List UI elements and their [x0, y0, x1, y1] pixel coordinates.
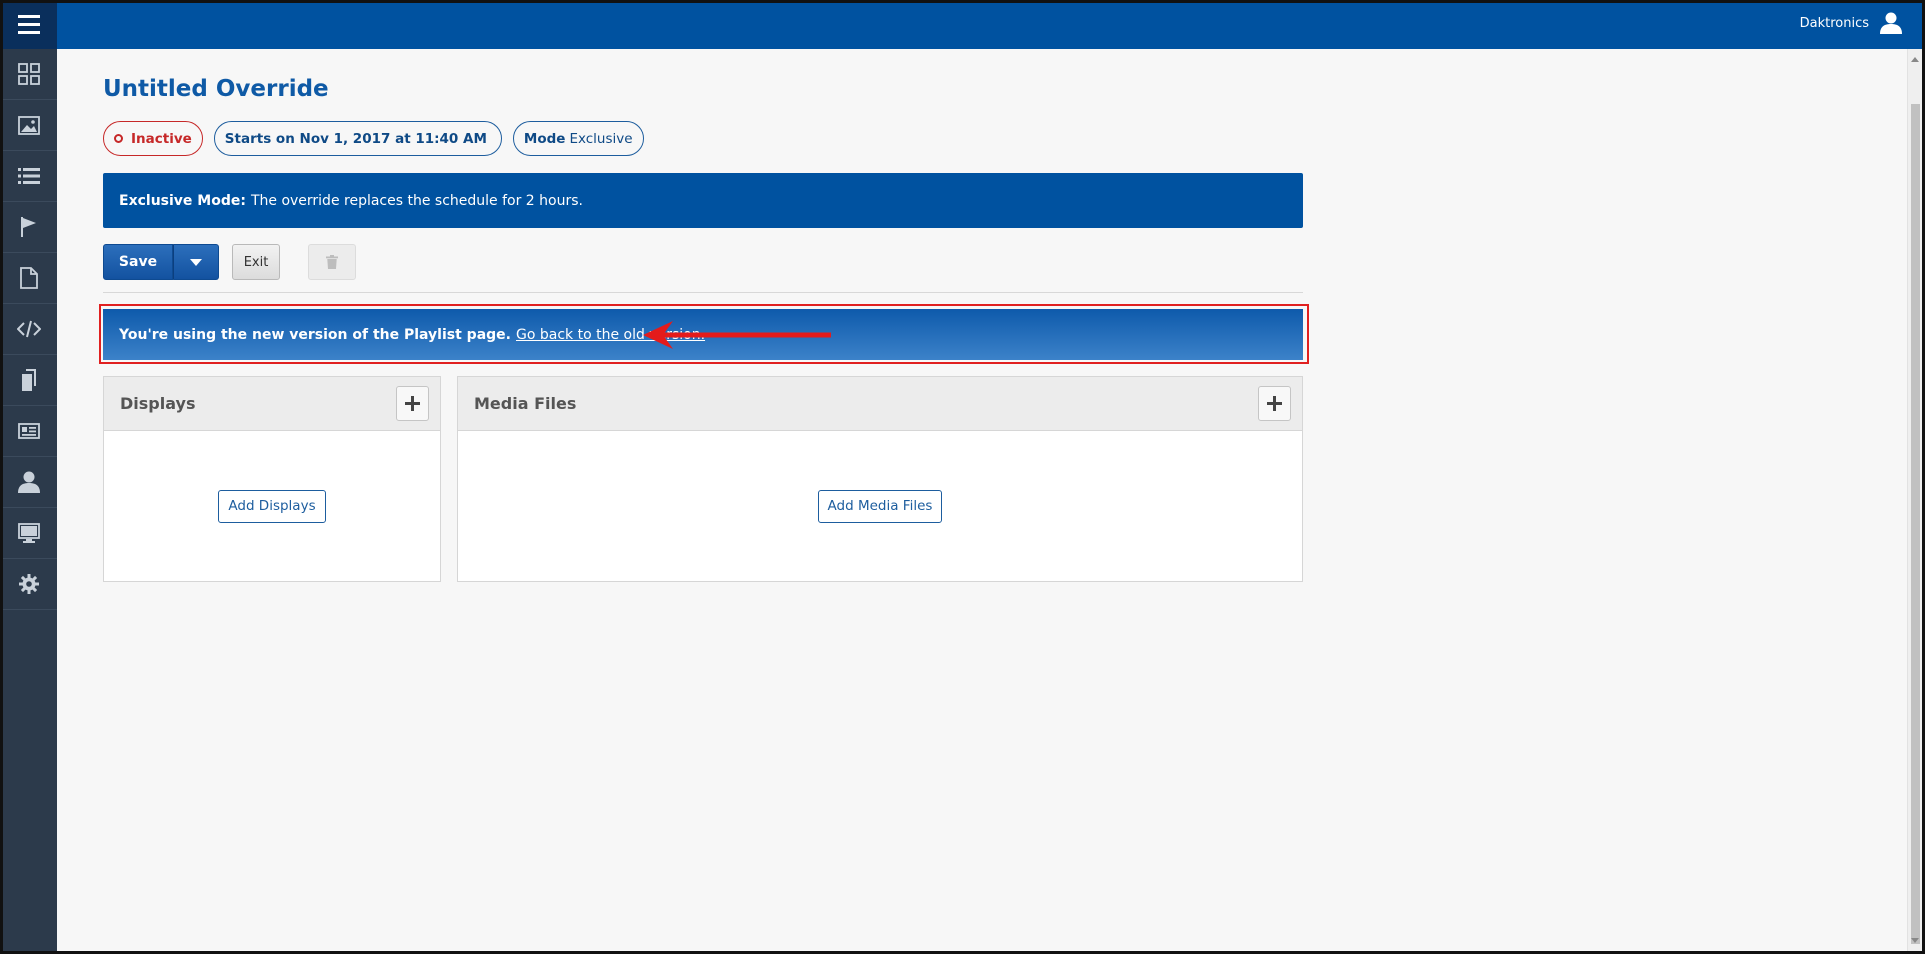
list-icon: [17, 168, 40, 184]
chevron-down-icon: [190, 258, 202, 266]
starts-badge: Starts on Nov 1, 2017 at 11:40 AM: [213, 121, 502, 156]
id-card-icon: [17, 423, 40, 439]
user-icon: [17, 471, 40, 493]
sidebar-item-images[interactable]: [0, 100, 57, 151]
add-displays-button[interactable]: Add Displays: [218, 489, 326, 523]
mode-label: Mode: [523, 130, 566, 147]
displays-panel-body: Add Displays: [104, 431, 440, 581]
page-title: Untitled Override: [103, 76, 329, 102]
sidebar-item-list[interactable]: [0, 151, 57, 202]
scroll-thumb[interactable]: [1911, 104, 1920, 944]
sidebar-item-copy[interactable]: [0, 355, 57, 406]
sidebar-item-monitor[interactable]: [0, 508, 57, 559]
status-text: Inactive: [131, 130, 192, 147]
delete-button[interactable]: [308, 244, 356, 280]
info-label: Exclusive Mode:: [119, 192, 246, 209]
mode-value: Exclusive: [569, 130, 633, 147]
user-name: Daktronics: [1799, 15, 1869, 31]
hamburger-menu-icon[interactable]: [0, 0, 57, 49]
trash-icon: [326, 255, 338, 269]
save-button-group: Save: [103, 244, 219, 280]
add-display-button[interactable]: [396, 386, 429, 421]
plus-icon: [405, 396, 420, 411]
sidebar-item-card[interactable]: [0, 406, 57, 457]
flag-icon: [20, 217, 36, 237]
scroll-up-arrow-icon[interactable]: [1911, 57, 1919, 62]
media-files-panel-title: Media Files: [474, 394, 577, 413]
media-files-panel-body: Add Media Files: [458, 431, 1302, 581]
info-text: The override replaces the schedule for 2…: [250, 192, 583, 209]
dashboard-grid-icon: [17, 63, 40, 85]
clipboard-copy-icon: [21, 369, 36, 391]
scroll-down-arrow-icon[interactable]: [1911, 938, 1919, 943]
sidebar-item-dashboard[interactable]: [0, 49, 57, 100]
status-dot-icon: [114, 134, 123, 143]
plus-icon: [1267, 396, 1282, 411]
save-dropdown-button[interactable]: [173, 244, 219, 280]
add-media-files-button[interactable]: Add Media Files: [817, 489, 943, 523]
sidebar-item-flag[interactable]: [0, 202, 57, 253]
gear-icon: [18, 574, 39, 594]
user-menu[interactable]: Daktronics: [1800, 12, 1903, 34]
vertical-scrollbar[interactable]: [1907, 49, 1922, 951]
document-icon: [19, 267, 38, 289]
media-files-panel: Media Files Add Media Files: [457, 376, 1303, 582]
top-bar: Daktronics: [0, 0, 1925, 49]
displays-panel-title: Displays: [120, 394, 196, 413]
sidebar-item-document[interactable]: [0, 253, 57, 304]
add-media-button[interactable]: [1258, 386, 1291, 421]
sidebar-item-settings[interactable]: [0, 559, 57, 610]
code-icon: [16, 320, 41, 338]
save-button[interactable]: Save: [103, 244, 173, 280]
sidebar-item-code[interactable]: [0, 304, 57, 355]
displays-panel: Displays Add Displays: [103, 376, 441, 582]
status-badge: Inactive: [103, 121, 203, 156]
badge-row: Inactive Starts on Nov 1, 2017 at 11:40 …: [103, 121, 644, 156]
toolbar: Save Exit: [103, 244, 1303, 293]
media-files-panel-header: Media Files: [458, 377, 1302, 431]
mode-badge: Mode Exclusive: [512, 121, 644, 156]
displays-panel-header: Displays: [104, 377, 440, 431]
sidebar-item-user[interactable]: [0, 457, 57, 508]
user-avatar-icon: [1880, 12, 1902, 34]
exit-button[interactable]: Exit: [232, 244, 280, 280]
starts-text: Starts on Nov 1, 2017 at 11:40 AM: [224, 130, 487, 147]
monitor-icon: [17, 523, 40, 543]
image-icon: [17, 115, 40, 135]
sidebar: [0, 49, 57, 954]
mode-info-box: Exclusive Mode: The override replaces th…: [103, 173, 1303, 228]
annotation-arrow-icon: [643, 321, 831, 349]
